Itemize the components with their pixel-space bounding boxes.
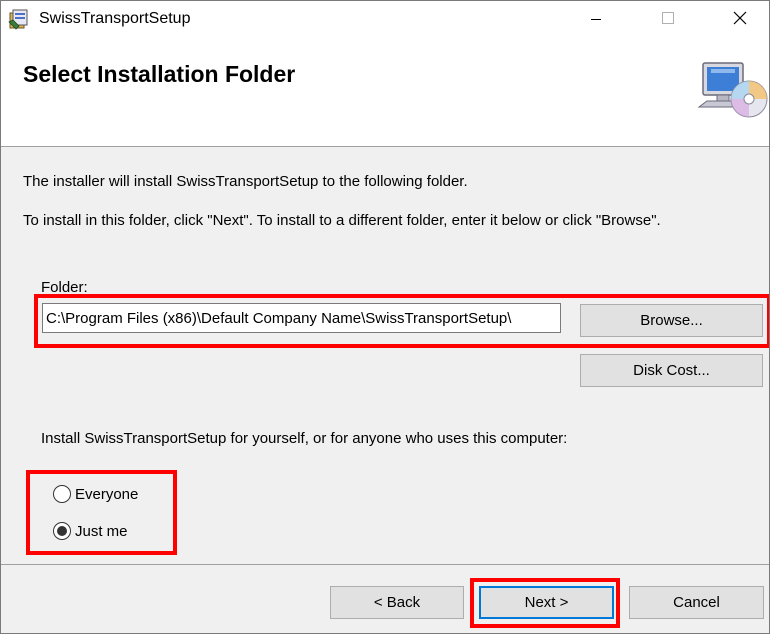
next-button[interactable]: Next >	[479, 586, 614, 619]
installer-package-icon	[7, 8, 31, 32]
close-icon	[733, 11, 747, 29]
maximize-button[interactable]	[645, 1, 691, 39]
title-bar[interactable]: SwissTransportSetup	[1, 1, 769, 39]
back-button[interactable]: < Back	[330, 586, 464, 619]
install-for-text: Install SwissTransportSetup for yourself…	[41, 430, 568, 447]
cancel-button[interactable]: Cancel	[629, 586, 764, 619]
radio-just-me[interactable]: Just me	[53, 522, 128, 540]
computer-cd-icon	[695, 55, 769, 127]
maximize-icon	[661, 11, 675, 29]
close-button[interactable]	[717, 1, 763, 39]
radio-everyone[interactable]: Everyone	[53, 485, 138, 503]
radio-button-everyone[interactable]	[53, 485, 71, 503]
highlight-box-radio	[26, 470, 177, 555]
disk-cost-button[interactable]: Disk Cost...	[580, 354, 763, 387]
radio-button-just-me[interactable]	[53, 522, 71, 540]
radio-label-just-me: Just me	[75, 522, 128, 540]
folder-label: Folder:	[41, 279, 88, 296]
minimize-icon	[590, 12, 602, 29]
installer-window: SwissTransportSetup Select Installation …	[0, 0, 770, 634]
page-title: Select Installation Folder	[23, 61, 296, 87]
footer-divider	[1, 564, 769, 565]
browse-button[interactable]: Browse...	[580, 304, 763, 337]
radio-label-everyone: Everyone	[75, 485, 139, 503]
minimize-button[interactable]	[573, 1, 619, 39]
window-title: SwissTransportSetup	[39, 10, 191, 27]
header-banner: Select Installation Folder	[1, 39, 769, 147]
description-text-2: To install in this folder, click "Next".…	[23, 212, 661, 229]
description-text-1: The installer will install SwissTranspor…	[23, 173, 468, 190]
folder-path-input[interactable]	[42, 303, 561, 333]
